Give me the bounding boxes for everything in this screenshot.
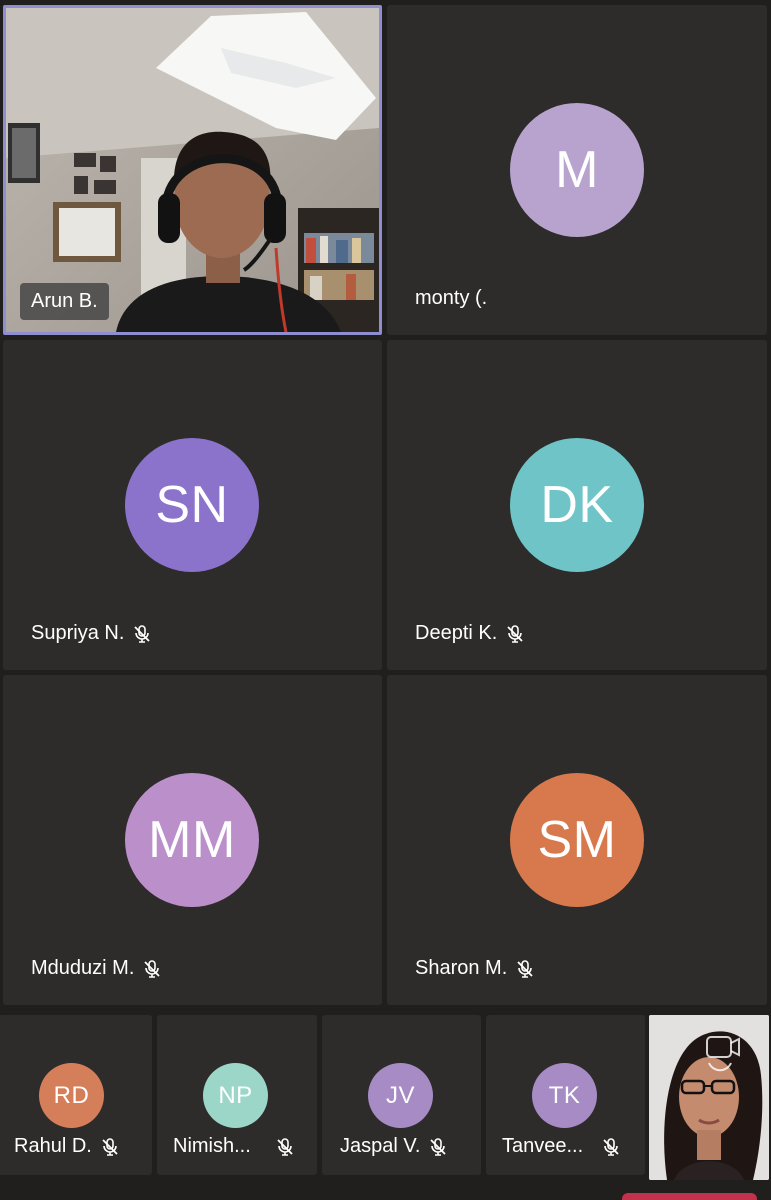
participant-name: Mduduzi M. bbox=[31, 957, 135, 979]
participant-avatar: SN bbox=[125, 438, 259, 572]
participant-tile-tanvee[interactable]: TK Tanvee... bbox=[486, 1015, 645, 1175]
participant-name-label: Nimish... bbox=[173, 1135, 295, 1158]
mic-muted-icon bbox=[603, 1137, 619, 1156]
mic-muted-icon bbox=[277, 1137, 293, 1156]
participant-avatar: M bbox=[510, 103, 644, 237]
participant-name-label: Supriya N. bbox=[31, 622, 152, 645]
participant-name-label: monty (. bbox=[415, 287, 487, 310]
mic-muted-icon bbox=[507, 624, 523, 643]
participant-tile-sharon[interactable]: SM Sharon M. bbox=[387, 675, 767, 1005]
participant-name: Supriya N. bbox=[31, 622, 125, 644]
participant-tile-nimish[interactable]: NP Nimish... bbox=[157, 1015, 317, 1175]
participant-name: Sharon M. bbox=[415, 957, 508, 979]
participant-avatar: DK bbox=[510, 438, 644, 572]
participant-name-label: Tanvee... bbox=[502, 1135, 621, 1158]
participant-name-label: Rahul D. bbox=[14, 1135, 120, 1158]
participant-tile-jaspal[interactable]: JV Jaspal V. bbox=[322, 1015, 481, 1175]
participant-tile-monty[interactable]: M monty (. bbox=[387, 5, 767, 335]
participant-name-label: Mduduzi M. bbox=[31, 957, 162, 980]
mic-muted-icon bbox=[134, 624, 151, 643]
participant-avatar: JV bbox=[368, 1063, 433, 1128]
participant-name: Deepti K. bbox=[415, 622, 498, 644]
self-view-video[interactable] bbox=[649, 1015, 769, 1180]
participant-name: Jaspal V. bbox=[340, 1135, 421, 1157]
participant-name: Nimish... bbox=[173, 1135, 251, 1157]
participant-name-label: Jaspal V. bbox=[340, 1135, 448, 1158]
mic-muted-icon bbox=[102, 1137, 118, 1156]
mic-muted-icon bbox=[430, 1137, 447, 1156]
participant-name: monty (. bbox=[415, 287, 488, 309]
participant-name-label: Deepti K. bbox=[415, 622, 525, 645]
participant-name: Tanvee... bbox=[502, 1135, 584, 1157]
participant-avatar: SM bbox=[510, 773, 644, 907]
participant-name-label: Arun B. bbox=[20, 283, 109, 320]
participant-avatar: TK bbox=[532, 1063, 597, 1128]
participant-avatar: MM bbox=[125, 773, 259, 907]
participant-name-label: Sharon M. bbox=[415, 957, 535, 980]
participant-tile-deepti[interactable]: DK Deepti K. bbox=[387, 340, 767, 670]
participant-tile-mduduzi[interactable]: MM Mduduzi M. bbox=[3, 675, 382, 1005]
mic-muted-icon bbox=[144, 959, 161, 978]
mic-muted-icon bbox=[517, 959, 533, 978]
leave-call-indicator[interactable] bbox=[622, 1193, 757, 1200]
participant-avatar: RD bbox=[39, 1063, 104, 1128]
participant-tile-arun[interactable]: Arun B. bbox=[3, 5, 382, 335]
participant-tile-supriya[interactable]: SN Supriya N. bbox=[3, 340, 382, 670]
self-video-feed bbox=[649, 1015, 769, 1180]
participant-tile-rahul[interactable]: RD Rahul D. bbox=[0, 1015, 152, 1175]
participant-name: Rahul D. bbox=[14, 1135, 92, 1157]
participant-avatar: NP bbox=[203, 1063, 268, 1128]
